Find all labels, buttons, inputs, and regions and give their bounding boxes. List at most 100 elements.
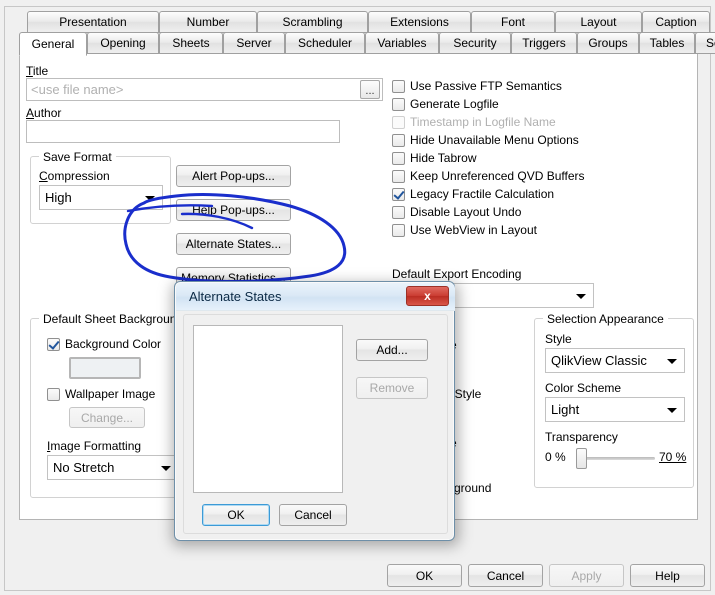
tab-layout[interactable]: Layout	[555, 11, 642, 33]
style-label: Style	[545, 332, 572, 346]
alternate-states-listbox[interactable]	[193, 325, 343, 493]
checkbox-icon[interactable]	[392, 97, 405, 111]
color-scheme-select[interactable]: Light	[545, 397, 685, 422]
tab-presentation[interactable]: Presentation	[27, 11, 159, 33]
tab-label: Font	[500, 15, 525, 29]
change-label: Change...	[80, 410, 134, 425]
chevron-down-icon	[576, 293, 586, 299]
cancel-label: Cancel	[486, 568, 525, 583]
option-legacy-fractile-calculation[interactable]: Legacy Fractile Calculation	[392, 187, 554, 201]
style-select[interactable]: QlikView Classic	[545, 348, 685, 373]
background-color-swatch[interactable]	[69, 357, 141, 379]
author-label-rest: uthor	[34, 106, 62, 120]
compression-select[interactable]: High	[39, 185, 163, 210]
tab-label: Presentation	[59, 15, 127, 29]
save-format-group-title: Save Format	[39, 150, 116, 164]
tab-sort[interactable]: Sort	[695, 32, 715, 54]
close-icon[interactable]: x	[406, 286, 449, 306]
tab-scrambling[interactable]: Scrambling	[257, 11, 368, 33]
checkbox-icon[interactable]	[392, 151, 405, 165]
option-disable-layout-undo[interactable]: Disable Layout Undo	[392, 205, 521, 219]
option-keep-unreferenced-qvd-buffers[interactable]: Keep Unreferenced QVD Buffers	[392, 169, 585, 183]
checkbox-icon[interactable]	[392, 133, 405, 147]
option-hide-tabrow[interactable]: Hide Tabrow	[392, 151, 476, 165]
dialog-cancel-button[interactable]: Cancel	[279, 504, 347, 526]
chevron-down-icon	[161, 465, 171, 471]
tab-opening[interactable]: Opening	[87, 32, 159, 54]
checkbox-icon[interactable]	[392, 187, 405, 201]
chevron-down-icon	[145, 195, 155, 201]
title-input[interactable]: <use file name>	[26, 78, 383, 101]
tab-security[interactable]: Security	[439, 32, 511, 54]
tab-triggers[interactable]: Triggers	[511, 32, 577, 54]
default-sheet-background-title: Default Sheet Background	[39, 312, 188, 326]
checkbox-icon[interactable]	[47, 387, 60, 401]
color-scheme-label-text: Color Scheme	[545, 381, 622, 395]
checkbox-icon[interactable]	[392, 223, 405, 237]
tab-server[interactable]: Server	[223, 32, 285, 54]
alert-popups-button[interactable]: Alert Pop-ups...	[176, 165, 291, 187]
help-label: Help	[655, 568, 680, 583]
tab-label: Scheduler	[297, 36, 353, 50]
option-generate-logfile[interactable]: Generate Logfile	[392, 97, 499, 111]
screenshot-root: Presentation Number Scrambling Extension…	[0, 0, 715, 595]
title-browse-button[interactable]: ...	[360, 80, 380, 99]
ok-button[interactable]: OK	[387, 564, 462, 587]
tab-label: Sort	[705, 36, 715, 50]
wallpaper-image-checkbox-row[interactable]: Wallpaper Image	[47, 387, 155, 401]
tab-label: Scrambling	[282, 15, 343, 29]
option-label: Use Passive FTP Semantics	[410, 79, 562, 93]
export-encoding-label-text: Default Export Encoding	[392, 267, 522, 281]
alternate-states-button[interactable]: Alternate States...	[176, 233, 291, 255]
tab-label: Groups	[588, 36, 628, 50]
add-state-button[interactable]: Add...	[356, 339, 428, 361]
checkbox-icon[interactable]	[392, 79, 405, 93]
author-input[interactable]	[26, 120, 340, 143]
tab-caption[interactable]: Caption	[642, 11, 710, 33]
tab-label: General	[31, 37, 75, 51]
ok-label: OK	[415, 568, 434, 583]
transparency-slider-track[interactable]	[577, 457, 655, 460]
background-color-checkbox-row[interactable]: Background Color	[47, 337, 161, 351]
help-popups-button[interactable]: Help Pop-ups...	[176, 199, 291, 221]
tab-extensions[interactable]: Extensions	[368, 11, 471, 33]
tab-label: Layout	[580, 15, 617, 29]
tab-label: Number	[186, 15, 230, 29]
tab-label: Server	[236, 36, 272, 50]
dialog-title-bar[interactable]: Alternate States x	[176, 283, 455, 311]
checkbox-icon[interactable]	[392, 205, 405, 219]
checkbox-icon[interactable]	[47, 337, 60, 351]
option-use-passive-ftp[interactable]: Use Passive FTP Semantics	[392, 79, 562, 93]
option-hide-unavailable-menu-options[interactable]: Hide Unavailable Menu Options	[392, 133, 579, 147]
help-button[interactable]: Help	[630, 564, 705, 587]
help-popups-label: Help Pop-ups...	[192, 203, 275, 217]
tab-label: Sheets	[172, 36, 210, 50]
transparency-label: Transparency	[545, 430, 618, 444]
option-label: Disable Layout Undo	[410, 205, 522, 219]
image-formatting-select[interactable]: No Stretch	[47, 455, 179, 480]
tab-scheduler[interactable]: Scheduler	[285, 32, 365, 54]
add-label: Add...	[376, 343, 408, 357]
tab-row-secondary: Presentation Number Scrambling Extension…	[5, 11, 712, 33]
checkbox-icon[interactable]	[392, 169, 405, 183]
tab-label: Triggers	[522, 36, 566, 50]
cancel-button[interactable]: Cancel	[468, 564, 543, 587]
dialog-title: Alternate States	[189, 289, 282, 304]
transparency-slider-thumb[interactable]	[576, 448, 587, 469]
tab-font[interactable]: Font	[471, 11, 555, 33]
tab-label: Extensions	[390, 15, 449, 29]
tab-number[interactable]: Number	[159, 11, 257, 33]
tab-sheets[interactable]: Sheets	[159, 32, 223, 54]
tab-variables[interactable]: Variables	[365, 32, 439, 54]
background-color-label: Background Color	[65, 337, 162, 351]
image-formatting-label-rest: mage Formatting	[50, 439, 142, 453]
transparency-min-label: 0 %	[545, 450, 566, 464]
dialog-ok-button[interactable]: OK	[202, 504, 270, 526]
tab-groups[interactable]: Groups	[577, 32, 639, 54]
tab-general[interactable]: General	[19, 32, 87, 56]
change-wallpaper-button: Change...	[69, 407, 145, 428]
selection-appearance-title: Selection Appearance	[543, 312, 668, 326]
tab-tables[interactable]: Tables	[639, 32, 695, 54]
remove-state-button: Remove	[356, 377, 428, 399]
option-use-webview-in-layout[interactable]: Use WebView in Layout	[392, 223, 537, 237]
